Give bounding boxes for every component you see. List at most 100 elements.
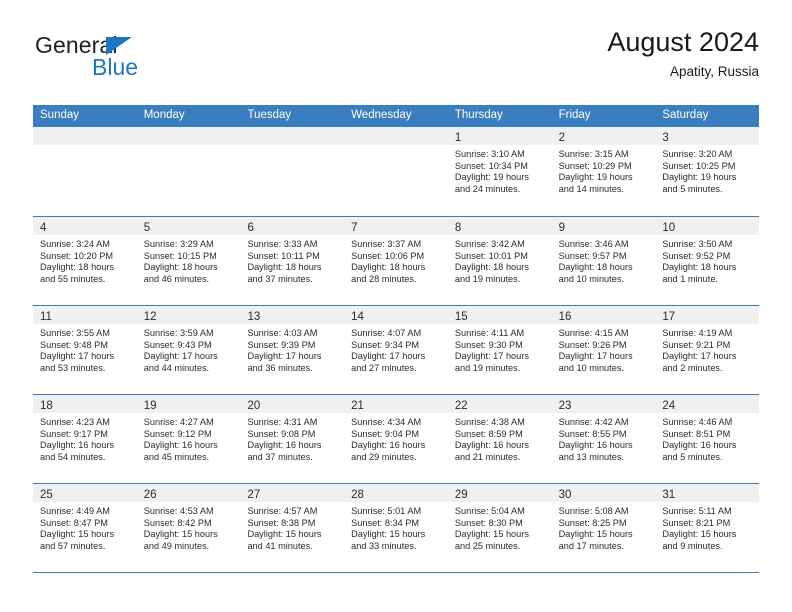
day-number-band: 16 (551, 306, 656, 324)
daylight-text-line2: and 28 minutes. (351, 273, 417, 284)
day-number-band (33, 127, 137, 145)
daylight-text-line1: Daylight: 16 hours (558, 440, 633, 451)
calendar-day-cell[interactable]: 31 Sunrise: 5:11 AM Sunset: 8:21 PM Dayligh… (655, 484, 760, 572)
calendar-day-cell[interactable]: 18 Sunrise: 4:23 AM Sunset: 9:17 PM Dayligh… (33, 395, 137, 483)
calendar-day-cell[interactable]: 24 Sunrise: 4:46 AM Sunset: 8:51 PM Dayligh… (655, 395, 760, 483)
daylight-text-line2: and 10 minutes. (558, 273, 624, 284)
calendar-day-cell[interactable]: 25 Sunrise: 4:49 AM Sunset: 8:47 PM Dayligh… (33, 484, 137, 572)
calendar-week-row: 1 Sunrise: 3:10 AM Sunset: 10:34 PM Dayligh… (33, 127, 760, 216)
calendar-day-cell[interactable]: 19 Sunrise: 4:27 AM Sunset: 9:12 PM Dayligh… (136, 395, 241, 483)
daylight-text-line2: and 33 minutes. (351, 540, 417, 551)
sunrise-text: Sunrise: 5:04 AM (454, 506, 525, 516)
daylight-text-line1: Daylight: 17 hours (143, 351, 218, 362)
day-number-band: 24 (655, 395, 760, 413)
calendar-day-cell[interactable]: 9 Sunrise: 3:46 AM Sunset: 9:57 PM Daylight… (551, 217, 656, 305)
calendar-day-cell[interactable]: 7 Sunrise: 3:37 AM Sunset: 10:06 PM Dayligh… (344, 217, 448, 305)
sunset-text: Sunset: 9:04 PM (351, 428, 420, 439)
calendar-day-cell[interactable]: 17 Sunrise: 4:19 AM Sunset: 9:21 PM Dayligh… (655, 306, 760, 394)
day-number: 14 (351, 311, 364, 323)
calendar-day-cell[interactable]: 11 Sunrise: 3:55 AM Sunset: 9:48 PM Dayligh… (33, 306, 137, 394)
day-number-band: 8 (447, 217, 552, 235)
calendar-day-cell[interactable]: 27 Sunrise: 4:57 AM Sunset: 8:38 PM Dayligh… (240, 484, 345, 572)
dow-tuesday: Tuesday (247, 109, 292, 122)
day-number-band: 11 (33, 306, 137, 324)
sunset-text: Sunset: 9:12 PM (143, 428, 212, 439)
day-number-band: 1 (447, 127, 552, 145)
sunset-text: Sunset: 10:15 PM (143, 250, 217, 261)
calendar-day-cell[interactable]: 28 Sunrise: 5:01 AM Sunset: 8:34 PM Dayligh… (344, 484, 448, 572)
calendar-day-cell[interactable]: 23 Sunrise: 4:42 AM Sunset: 8:55 PM Dayligh… (551, 395, 656, 483)
day-number-band (240, 127, 345, 145)
daylight-text-line1: Daylight: 19 hours (454, 172, 529, 183)
daylight-text-line1: Daylight: 18 hours (558, 262, 633, 273)
sunrise-text: Sunrise: 3:20 AM (662, 149, 733, 159)
calendar-day-cell[interactable]: 21 Sunrise: 4:34 AM Sunset: 9:04 PM Dayligh… (344, 395, 448, 483)
calendar-day-cell[interactable]: 22 Sunrise: 4:38 AM Sunset: 8:59 PM Dayligh… (447, 395, 552, 483)
daylight-text-line2: and 46 minutes. (143, 273, 210, 284)
sunset-text: Sunset: 9:52 PM (662, 250, 731, 261)
day-number-band: 27 (240, 484, 345, 502)
calendar-day-cell[interactable]: 20 Sunrise: 4:31 AM Sunset: 9:08 PM Dayligh… (240, 395, 345, 483)
daylight-text-line1: Daylight: 15 hours (662, 529, 737, 540)
calendar-day-cell[interactable]: 8 Sunrise: 3:42 AM Sunset: 10:01 PM Dayligh… (447, 217, 552, 305)
day-number: 15 (454, 311, 468, 323)
daylight-text-line2: and 10 minutes. (558, 362, 624, 373)
calendar-day-cell[interactable]: 10 Sunrise: 3:50 AM Sunset: 9:52 PM Dayligh… (655, 217, 760, 305)
day-details: Sunrise: 4:38 AM Sunset: 8:59 PM Daylight:… (448, 413, 552, 463)
day-number-band: 30 (551, 484, 656, 502)
day-details: Sunrise: 4:34 AM Sunset: 9:04 PM Daylight:… (344, 413, 448, 463)
calendar-day-cell[interactable]: 30 Sunrise: 5:08 AM Sunset: 8:25 PM Dayligh… (551, 484, 656, 572)
daylight-text-line2: and 53 minutes. (40, 362, 106, 373)
calendar-day-cell[interactable]: 12 Sunrise: 3:59 AM Sunset: 9:43 PM Dayligh… (136, 306, 241, 394)
sunrise-text: Sunrise: 4:07 AM (351, 328, 422, 338)
daylight-text-line2: and 54 minutes. (40, 451, 106, 462)
day-number-band: 5 (136, 217, 241, 235)
sunset-text: Sunset: 8:55 PM (558, 428, 627, 439)
daylight-text-line1: Daylight: 16 hours (454, 440, 529, 451)
page-title: August 2024 (607, 27, 759, 57)
day-number: 8 (454, 222, 462, 234)
daylight-text-line2: and 44 minutes. (143, 362, 210, 373)
general-blue-logo[interactable]: General Blue (33, 32, 213, 88)
sunrise-text: Sunrise: 3:33 AM (247, 239, 318, 249)
day-details: Sunrise: 4:53 AM Sunset: 8:42 PM Daylight:… (137, 502, 241, 552)
calendar-day-cell[interactable]: 6 Sunrise: 3:33 AM Sunset: 10:11 PM Dayligh… (240, 217, 345, 305)
calendar-day-cell[interactable]: 29 Sunrise: 5:04 AM Sunset: 8:30 PM Dayligh… (447, 484, 552, 572)
daylight-text-line1: Daylight: 15 hours (247, 529, 322, 540)
calendar-day-cell[interactable]: 15 Sunrise: 4:11 AM Sunset: 9:30 PM Dayligh… (447, 306, 552, 394)
sunrise-text: Sunrise: 4:11 AM (454, 328, 525, 338)
sunset-text: Sunset: 8:42 PM (143, 517, 212, 528)
day-details: Sunrise: 4:15 AM Sunset: 9:26 PM Daylight:… (552, 324, 656, 374)
daylight-text-line1: Daylight: 16 hours (662, 440, 737, 451)
day-number-band: 31 (655, 484, 760, 502)
daylight-text-line1: Daylight: 19 hours (558, 172, 633, 183)
day-number: 24 (662, 400, 676, 412)
dow-saturday: Saturday (662, 109, 709, 122)
calendar-day-cell[interactable]: 16 Sunrise: 4:15 AM Sunset: 9:26 PM Dayligh… (551, 306, 656, 394)
calendar-day-cell[interactable]: 3 Sunrise: 3:20 AM Sunset: 10:25 PM Dayligh… (655, 127, 760, 216)
sunset-text: Sunset: 10:20 PM (40, 250, 114, 261)
day-details: Sunrise: 3:29 AM Sunset: 10:15 PM Daylight… (137, 235, 241, 285)
logo-triangle-icon (106, 37, 132, 55)
sunset-text: Sunset: 10:01 PM (454, 250, 528, 261)
calendar-day-cell[interactable]: 13 Sunrise: 4:03 AM Sunset: 9:39 PM Dayligh… (240, 306, 345, 394)
day-number-band: 14 (344, 306, 448, 324)
day-number: 6 (247, 222, 254, 234)
daylight-text-line1: Daylight: 17 hours (351, 351, 426, 362)
sunrise-text: Sunrise: 3:55 AM (40, 328, 110, 338)
day-number-band: 9 (551, 217, 656, 235)
calendar-day-cell[interactable]: 1 Sunrise: 3:10 AM Sunset: 10:34 PM Dayligh… (447, 127, 552, 216)
day-number-band: 4 (33, 217, 137, 235)
day-number: 27 (247, 489, 261, 501)
day-details: Sunrise: 4:49 AM Sunset: 8:47 PM Daylight:… (33, 502, 137, 552)
daylight-text-line2: and 45 minutes. (143, 451, 210, 462)
calendar-day-cell[interactable]: 4 Sunrise: 3:24 AM Sunset: 10:20 PM Dayligh… (33, 217, 137, 305)
daylight-text-line2: and 27 minutes. (351, 362, 417, 373)
calendar-day-cell[interactable]: 5 Sunrise: 3:29 AM Sunset: 10:15 PM Dayligh… (136, 217, 241, 305)
day-details: Sunrise: 3:15 AM Sunset: 10:29 PM Daylight… (552, 145, 656, 195)
sunset-text: Sunset: 8:21 PM (662, 517, 731, 528)
calendar-day-cell[interactable]: 14 Sunrise: 4:07 AM Sunset: 9:34 PM Dayligh… (344, 306, 448, 394)
calendar-day-cell[interactable]: 2 Sunrise: 3:15 AM Sunset: 10:29 PM Dayligh… (551, 127, 656, 216)
calendar-day-cell[interactable]: 26 Sunrise: 4:53 AM Sunset: 8:42 PM Dayligh… (136, 484, 241, 572)
sunset-text: Sunset: 9:43 PM (143, 339, 212, 350)
